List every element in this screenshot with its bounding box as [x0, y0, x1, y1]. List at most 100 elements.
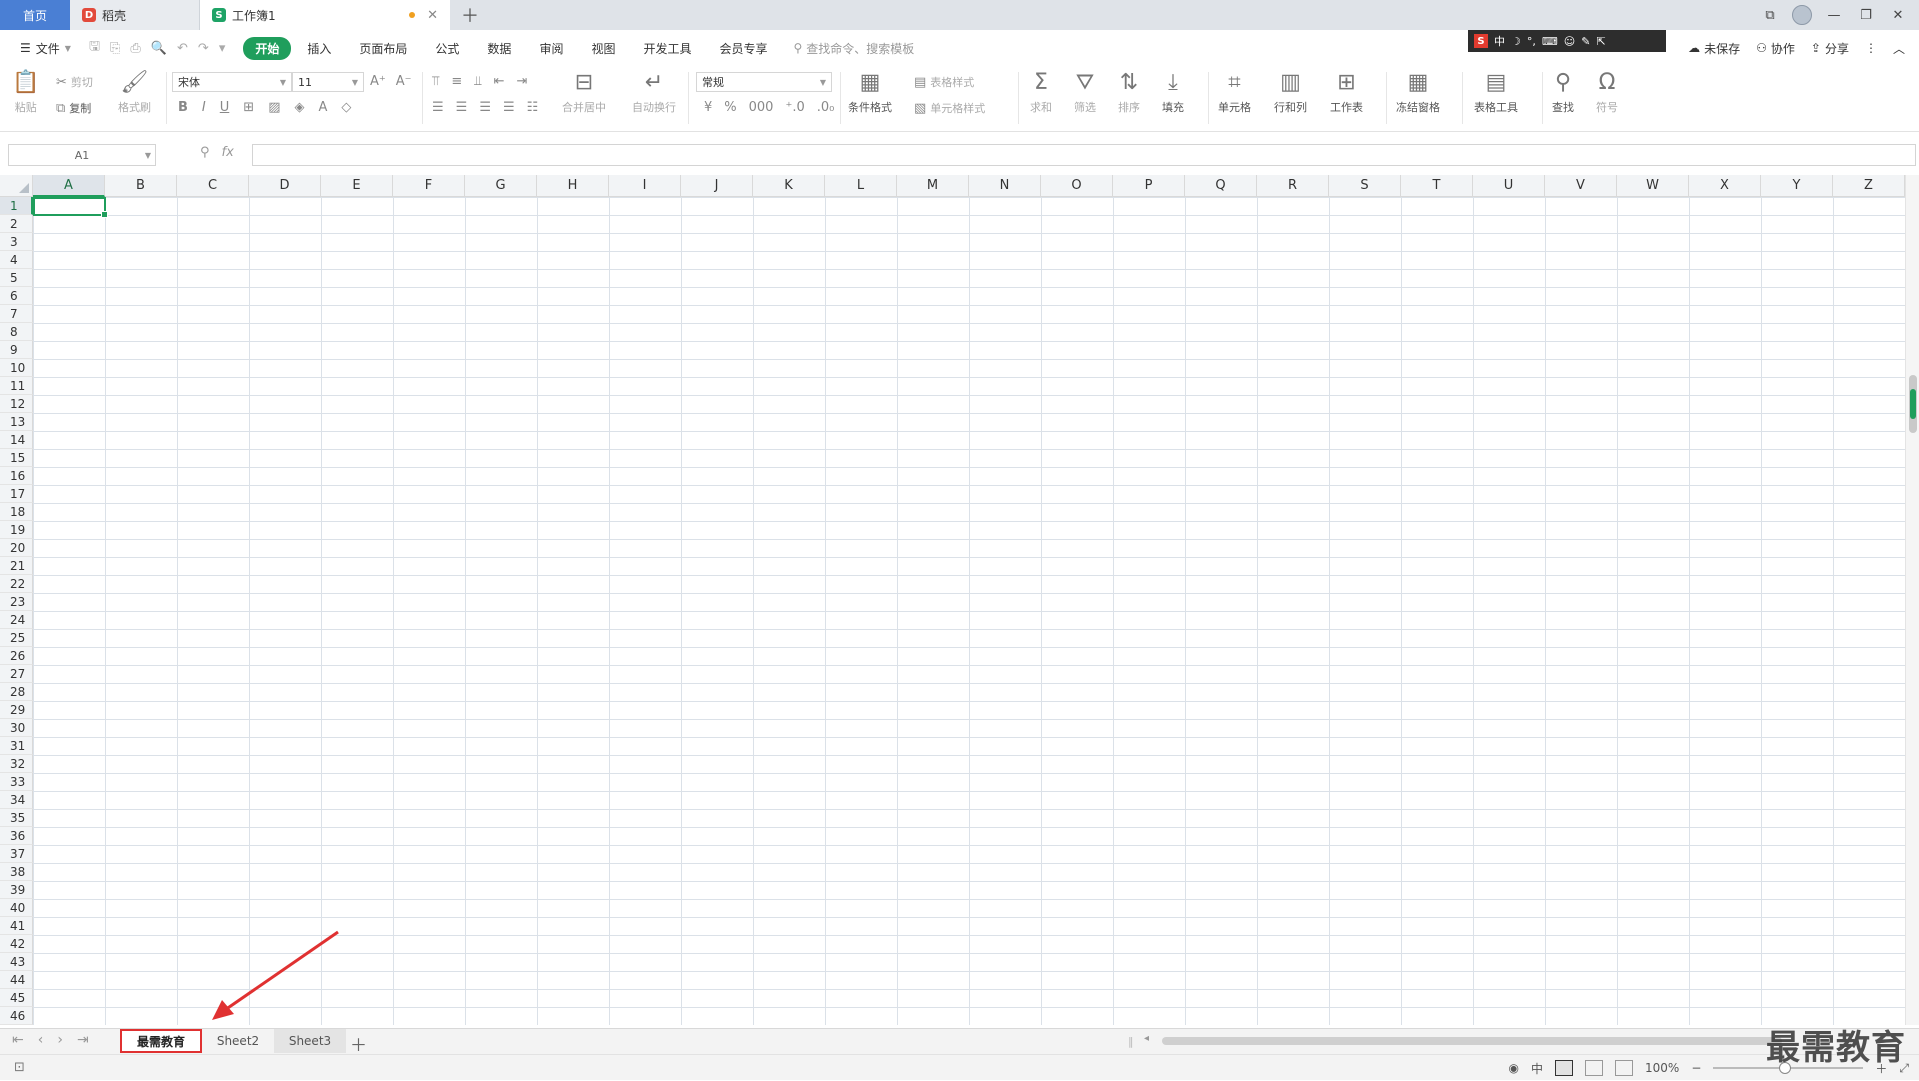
- row-header-42[interactable]: 42: [0, 935, 33, 953]
- collaborate-button[interactable]: ⚇ 协作: [1756, 40, 1795, 57]
- collapse-ribbon-icon[interactable]: ︿: [1893, 40, 1905, 57]
- filter-button[interactable]: ⛛ 筛选: [1074, 70, 1096, 115]
- expand-icon[interactable]: ⇱: [1596, 35, 1605, 48]
- row-header-33[interactable]: 33: [0, 773, 33, 791]
- column-header-a[interactable]: A: [33, 175, 105, 197]
- sheet-tab-1[interactable]: 最需教育: [120, 1029, 202, 1053]
- row-header-44[interactable]: 44: [0, 971, 33, 989]
- column-header-x[interactable]: X: [1689, 175, 1761, 197]
- restore-button[interactable]: ❐: [1851, 0, 1881, 30]
- eye-protection-icon[interactable]: ◉: [1509, 1061, 1519, 1075]
- row-header-8[interactable]: 8: [0, 323, 33, 341]
- close-window-button[interactable]: ✕: [1883, 0, 1913, 30]
- column-header-y[interactable]: Y: [1761, 175, 1833, 197]
- row-header-46[interactable]: 46: [0, 1007, 33, 1025]
- print-icon[interactable]: ⎙: [130, 41, 140, 56]
- align-left-icon[interactable]: ☰: [432, 100, 444, 115]
- column-header-o[interactable]: O: [1041, 175, 1113, 197]
- zoom-formula-icon[interactable]: ⚲: [200, 145, 210, 160]
- row-header-17[interactable]: 17: [0, 485, 33, 503]
- save-icon[interactable]: 🖫: [89, 37, 100, 59]
- row-header-13[interactable]: 13: [0, 413, 33, 431]
- row-header-26[interactable]: 26: [0, 647, 33, 665]
- cut-button[interactable]: ✂ 剪切: [56, 74, 93, 90]
- row-header-24[interactable]: 24: [0, 611, 33, 629]
- align-right-icon[interactable]: ☰: [479, 100, 491, 115]
- command-search[interactable]: ⚲ 查找命令、搜索模板: [794, 40, 915, 57]
- row-header-14[interactable]: 14: [0, 431, 33, 449]
- undo-icon[interactable]: ↶: [177, 41, 188, 56]
- new-tab-button[interactable]: ＋: [450, 0, 490, 30]
- customize-chevron-icon[interactable]: ▾: [219, 41, 226, 56]
- row-header-5[interactable]: 5: [0, 269, 33, 287]
- row-header-6[interactable]: 6: [0, 287, 33, 305]
- column-header-u[interactable]: U: [1473, 175, 1545, 197]
- cell-area[interactable]: [33, 197, 1905, 1025]
- tab-developer[interactable]: 开发工具: [631, 37, 703, 60]
- sheet-tab-3[interactable]: Sheet3: [274, 1029, 346, 1053]
- worksheet-button[interactable]: ⊞ 工作表: [1330, 70, 1363, 115]
- column-header-h[interactable]: H: [537, 175, 609, 197]
- symbol-button[interactable]: Ω 符号: [1596, 70, 1618, 115]
- column-header-l[interactable]: L: [825, 175, 897, 197]
- sum-button[interactable]: Σ 求和: [1030, 70, 1052, 115]
- freeze-panes-button[interactable]: ▦ 冻结窗格: [1396, 70, 1440, 115]
- row-header-28[interactable]: 28: [0, 683, 33, 701]
- vertical-scrollbar[interactable]: [1905, 175, 1919, 1025]
- column-header-s[interactable]: S: [1329, 175, 1401, 197]
- tab-start[interactable]: 开始: [243, 36, 292, 60]
- row-header-11[interactable]: 11: [0, 377, 33, 395]
- bold-icon[interactable]: B: [178, 100, 188, 115]
- fill-color-icon[interactable]: ◈: [294, 100, 304, 115]
- row-header-36[interactable]: 36: [0, 827, 33, 845]
- tab-shell[interactable]: D 稻壳: [70, 0, 200, 30]
- italic-icon[interactable]: I: [202, 100, 206, 115]
- row-header-45[interactable]: 45: [0, 989, 33, 1007]
- distributed-icon[interactable]: ☷: [527, 100, 539, 115]
- column-header-d[interactable]: D: [249, 175, 321, 197]
- column-header-e[interactable]: E: [321, 175, 393, 197]
- zoom-level[interactable]: 100%: [1645, 1061, 1679, 1075]
- page-break-view-button[interactable]: [1615, 1060, 1633, 1076]
- column-header-z[interactable]: Z: [1833, 175, 1905, 197]
- prev-sheet-icon[interactable]: ‹: [38, 1032, 44, 1048]
- thousands-icon[interactable]: 000: [749, 100, 774, 115]
- row-header-30[interactable]: 30: [0, 719, 33, 737]
- increase-decimal-icon[interactable]: ⁺.0: [785, 100, 804, 115]
- tab-data[interactable]: 数据: [475, 37, 523, 60]
- vertical-scroll-thumb[interactable]: [1909, 375, 1917, 433]
- cell-button[interactable]: ⌗ 单元格: [1218, 70, 1251, 115]
- tab-home[interactable]: 首页: [0, 0, 70, 30]
- file-menu[interactable]: ☰ 文件 ▼: [12, 40, 79, 57]
- row-header-40[interactable]: 40: [0, 899, 33, 917]
- copy-button[interactable]: ⧉ 复制: [56, 100, 91, 116]
- row-header-12[interactable]: 12: [0, 395, 33, 413]
- tab-member[interactable]: 会员专享: [707, 37, 779, 60]
- row-header-2[interactable]: 2: [0, 215, 33, 233]
- find-button[interactable]: ⚲ 查找: [1552, 70, 1574, 115]
- close-tab-icon[interactable]: ✕: [427, 8, 438, 23]
- row-header-19[interactable]: 19: [0, 521, 33, 539]
- tab-view[interactable]: 视图: [579, 37, 627, 60]
- export-icon[interactable]: ⎘: [110, 41, 120, 56]
- row-header-23[interactable]: 23: [0, 593, 33, 611]
- first-sheet-icon[interactable]: ⇤: [12, 1032, 24, 1048]
- print-preview-icon[interactable]: 🔍: [151, 41, 167, 56]
- indent-decrease-icon[interactable]: ⇤: [494, 74, 505, 89]
- eraser-icon[interactable]: ◇: [341, 100, 351, 115]
- sheet-tab-2[interactable]: Sheet2: [206, 1029, 270, 1053]
- row-header-29[interactable]: 29: [0, 701, 33, 719]
- row-header-34[interactable]: 34: [0, 791, 33, 809]
- next-sheet-icon[interactable]: ›: [57, 1032, 63, 1048]
- font-color-icon[interactable]: A: [318, 100, 327, 115]
- decrease-decimal-icon[interactable]: .0₀: [817, 100, 835, 115]
- currency-icon[interactable]: ¥: [704, 100, 712, 115]
- column-header-k[interactable]: K: [753, 175, 825, 197]
- row-col-button[interactable]: ▥ 行和列: [1274, 70, 1307, 115]
- add-sheet-button[interactable]: ＋: [350, 1031, 367, 1056]
- scroll-left-icon[interactable]: ◂: [1144, 1033, 1149, 1044]
- row-header-16[interactable]: 16: [0, 467, 33, 485]
- wrap-text-button[interactable]: ↵ 自动换行: [632, 70, 676, 115]
- format-painter-button[interactable]: 🖌 格式刷: [118, 70, 151, 115]
- merge-center-button[interactable]: ⊟ 合并居中: [562, 70, 606, 115]
